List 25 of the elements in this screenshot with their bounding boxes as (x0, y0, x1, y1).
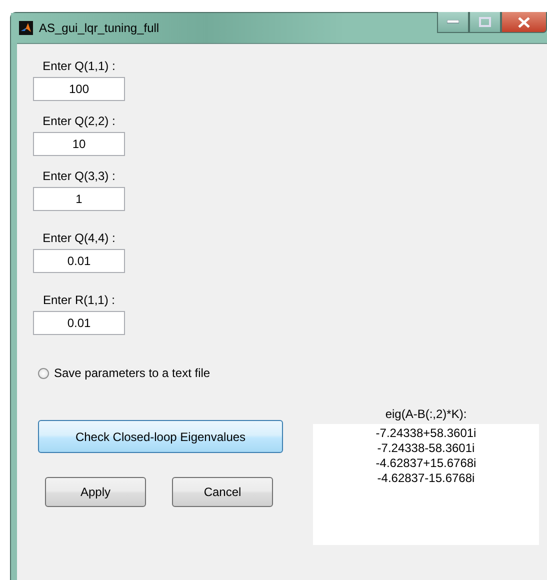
field-label: Enter Q(3,3) : (42, 169, 116, 185)
close-icon (518, 16, 530, 28)
minimize-button[interactable] (437, 12, 469, 33)
input-field[interactable]: 0.01 (33, 249, 125, 273)
input-field[interactable]: 0.01 (33, 311, 125, 335)
eigenvalues-output: -7.24338+58.3601i -7.24338-58.3601i -4.62837+15.6768i -4.62837-15.6768i (313, 424, 539, 545)
maximize-icon (479, 17, 491, 27)
app-icon (19, 21, 33, 35)
radio-button[interactable] (38, 368, 49, 378)
window-title: AS_gui_lqr_tuning_full (39, 21, 160, 35)
input-field[interactable]: 10 (33, 132, 125, 156)
eigenvalues-label: eig(A-B(:,2)*K): (384, 407, 468, 421)
close-button[interactable] (501, 12, 547, 33)
field-label: Enter Q(1,1) : (42, 59, 116, 75)
input-field[interactable]: 100 (33, 77, 125, 101)
maximize-button[interactable] (469, 12, 501, 33)
check-eigenvalues-button[interactable]: Check Closed-loop Eigenvalues (38, 420, 283, 453)
dialog-button[interactable]: Apply (45, 477, 146, 507)
input-field[interactable]: 1 (33, 187, 125, 211)
dialog-button[interactable]: Cancel (172, 477, 273, 507)
field-label: Enter R(1,1) : (42, 293, 116, 309)
radio-label[interactable]: Save parameters to a text file (54, 366, 210, 380)
field-label: Enter Q(2,2) : (42, 114, 116, 130)
minimize-icon (447, 20, 459, 24)
field-label: Enter Q(4,4) : (42, 231, 116, 247)
